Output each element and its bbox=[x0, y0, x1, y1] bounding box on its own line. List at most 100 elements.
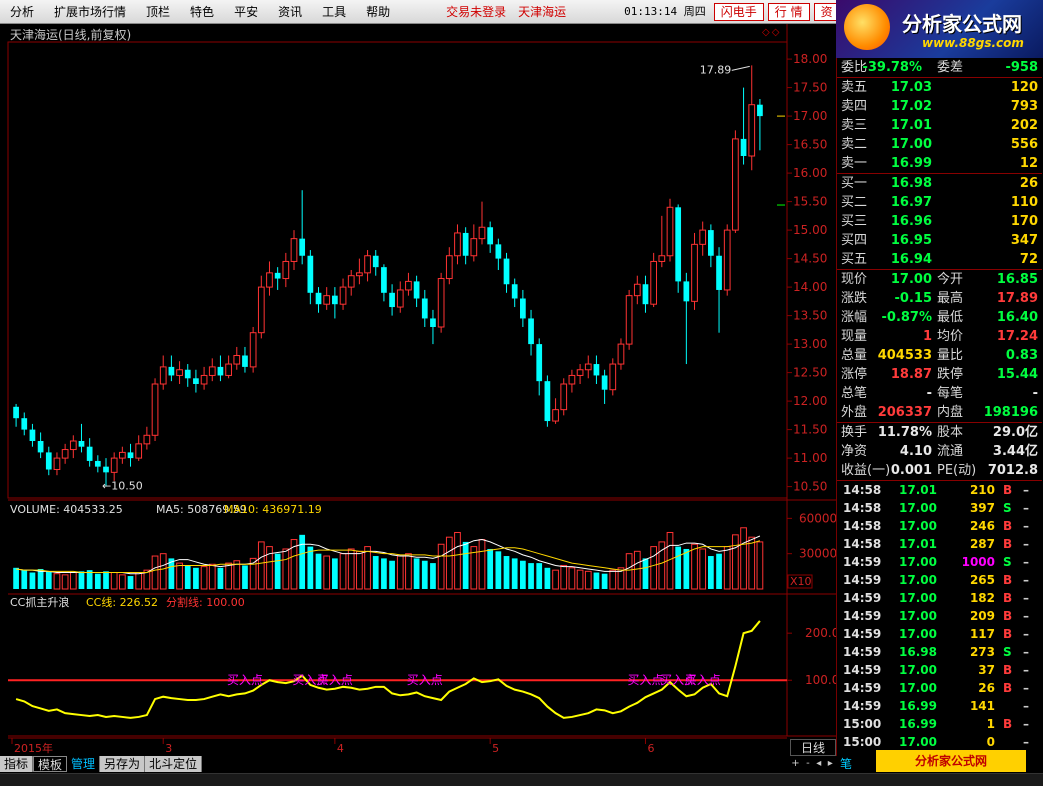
tab-indicator[interactable]: 指标 bbox=[0, 756, 34, 772]
volume-bar bbox=[200, 566, 208, 590]
high-price-label: 17.89 bbox=[700, 63, 732, 76]
candle-body bbox=[708, 230, 714, 256]
menu-help[interactable]: 帮助 bbox=[356, 0, 400, 24]
zoom-controls: + - ◂ ▸ bbox=[788, 756, 836, 772]
volume-bar bbox=[61, 574, 69, 590]
date-axis-label: 3 bbox=[165, 742, 172, 755]
lightning-trade-button[interactable]: 闪电手 bbox=[713, 2, 764, 21]
candle-body bbox=[520, 298, 526, 319]
volume-bar bbox=[576, 569, 584, 590]
volume-bar bbox=[584, 570, 592, 590]
trade-tick-row: 15:00 16.99 1 B – bbox=[843, 717, 1029, 731]
candle-body bbox=[478, 226, 486, 240]
chart-canvas[interactable]: 18.00 17.50 17.00 16.50 16.00 15.50 15.00 14.50… bbox=[0, 24, 836, 756]
candle-body bbox=[536, 344, 543, 382]
stat-row: 外盘 206337 内盘 198196 bbox=[841, 405, 1038, 420]
price-axis-label: 14.00 bbox=[793, 280, 827, 294]
candle-body bbox=[61, 449, 69, 459]
menu-pingan[interactable]: 平安 bbox=[224, 0, 268, 24]
volume-bar bbox=[437, 543, 445, 590]
indicator-axis-label: 200.0 bbox=[805, 626, 836, 640]
volume-bar bbox=[520, 560, 526, 589]
volume-bar bbox=[708, 556, 714, 589]
trade-tick-row: 14:58 17.01 287 B – bbox=[843, 537, 1029, 551]
volume-bar bbox=[159, 553, 167, 590]
volume-bar bbox=[225, 562, 232, 590]
volume-bar bbox=[683, 548, 690, 589]
volume-bar bbox=[381, 558, 387, 589]
scroll-right-icon[interactable]: ▸ bbox=[828, 756, 833, 772]
volume-bar bbox=[347, 548, 355, 590]
candle-body bbox=[45, 452, 52, 470]
zoom-out-icon[interactable]: - bbox=[806, 756, 810, 772]
trade-tick-row: 14:59 17.00 182 B – bbox=[843, 591, 1029, 605]
candle-body bbox=[151, 383, 159, 436]
logo-url: www.88gs.com bbox=[922, 36, 1024, 50]
volume-bar bbox=[307, 546, 314, 589]
candle-body bbox=[290, 238, 298, 262]
buy-point-label: 买入点 bbox=[227, 673, 263, 687]
volume-bar bbox=[372, 556, 379, 589]
candle-body bbox=[143, 434, 151, 445]
zoom-in-icon[interactable]: + bbox=[791, 756, 799, 772]
candle-body bbox=[208, 366, 216, 376]
volume-axis-label: 30000 bbox=[799, 547, 836, 561]
stat-row: 涨跌 -0.15 最高 17.89 bbox=[841, 291, 1038, 306]
buy-point-label: 买入点 bbox=[685, 673, 721, 687]
trade-tick-row: 14:59 17.00 117 B – bbox=[843, 627, 1029, 641]
login-status[interactable]: 交易未登录 bbox=[440, 0, 512, 24]
volume-bar bbox=[487, 548, 494, 589]
candle-body bbox=[405, 280, 412, 291]
volume-bar bbox=[454, 531, 461, 590]
candle-body bbox=[642, 284, 649, 305]
price-axis-label: 12.50 bbox=[793, 366, 827, 380]
candle-body bbox=[748, 104, 756, 157]
menu-news[interactable]: 资讯 bbox=[268, 0, 312, 24]
date-axis-label: 6 bbox=[647, 742, 654, 755]
candle-body bbox=[225, 363, 232, 376]
candle-body bbox=[462, 232, 469, 256]
candle-body bbox=[658, 255, 666, 262]
menu-features[interactable]: 特色 bbox=[180, 0, 224, 24]
menu-topbar[interactable]: 顶栏 bbox=[136, 0, 180, 24]
volume-bar bbox=[29, 572, 36, 589]
volume-bar bbox=[257, 541, 265, 590]
menu-analysis[interactable]: 分析 bbox=[0, 0, 44, 24]
trade-tick-row: 14:58 17.01 210 B – bbox=[843, 483, 1029, 497]
menu-extended-market[interactable]: 扩展市场行情 bbox=[44, 0, 136, 24]
candle-body bbox=[69, 440, 77, 451]
volume-bar bbox=[756, 541, 764, 590]
candle-body bbox=[266, 272, 273, 288]
volume-bar bbox=[675, 546, 682, 589]
ask-row: 卖三 17.01 202 bbox=[841, 118, 1038, 133]
volume-bar bbox=[650, 546, 658, 590]
tab-trades[interactable]: 笔 bbox=[840, 756, 852, 772]
candle-body bbox=[666, 206, 674, 257]
scroll-left-icon[interactable]: ◂ bbox=[816, 756, 821, 772]
candle-body bbox=[487, 227, 494, 245]
candle-body bbox=[609, 363, 617, 391]
volume-bar bbox=[356, 550, 363, 590]
indicator-name-label: CC抓主升浪 bbox=[10, 595, 69, 609]
tab-template[interactable]: 模板 bbox=[33, 756, 68, 772]
candle-body bbox=[683, 281, 690, 302]
market-button[interactable]: 行 情 bbox=[767, 2, 810, 21]
tab-beidou[interactable]: 北斗定位 bbox=[145, 756, 203, 772]
volume-bar bbox=[110, 572, 118, 590]
period-selector[interactable]: 日线 bbox=[790, 739, 836, 756]
cc-value-label: CC线: 226.52 bbox=[86, 595, 158, 609]
candle-body bbox=[437, 278, 445, 328]
candle-body bbox=[617, 343, 625, 365]
candle-body bbox=[356, 272, 363, 277]
tab-save-as[interactable]: 另存为 bbox=[100, 756, 146, 772]
candle-body bbox=[511, 284, 518, 299]
candlestick-series bbox=[13, 65, 763, 487]
tab-manage[interactable]: 管理 bbox=[67, 756, 101, 772]
volume-bar bbox=[503, 556, 510, 589]
trade-tick-row: 14:59 17.00 37 B – bbox=[843, 663, 1029, 677]
volume-bar bbox=[691, 543, 698, 590]
horizontal-scrollbar[interactable] bbox=[0, 773, 1043, 786]
candle-body bbox=[347, 275, 355, 288]
menu-tools[interactable]: 工具 bbox=[312, 0, 356, 24]
candle-body bbox=[552, 409, 559, 422]
